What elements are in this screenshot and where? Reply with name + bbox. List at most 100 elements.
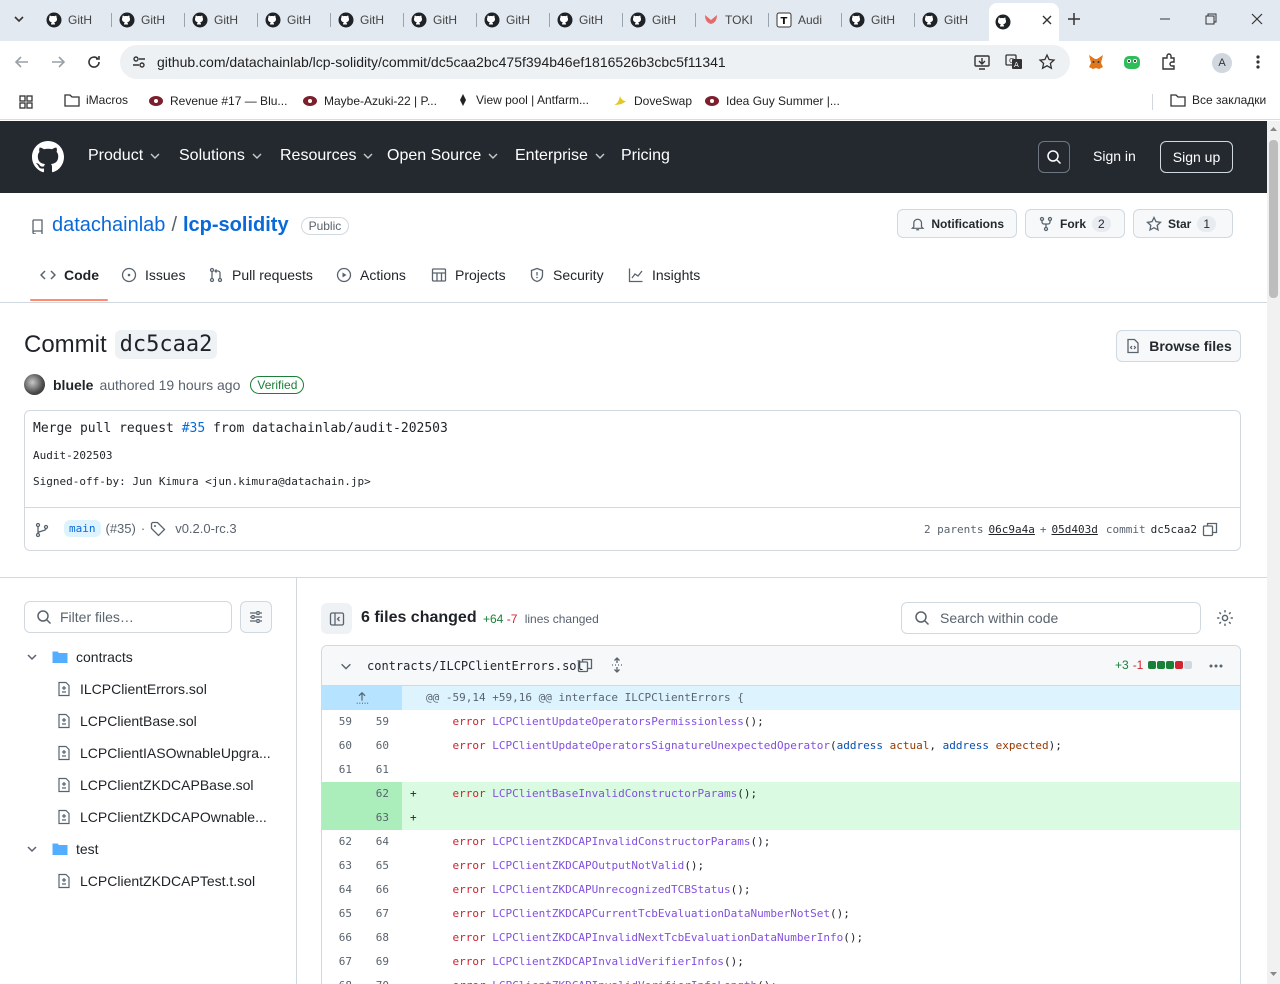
bookmark-revenue[interactable]: Revenue #17 — Blu... [148,93,287,109]
browser-tab[interactable]: GitH [332,8,404,32]
new-line-number[interactable]: 70 [359,974,389,984]
scroll-up-icon[interactable] [1269,125,1278,133]
new-line-number[interactable]: 66 [359,878,389,902]
tree-file[interactable]: LCPClientZKDCAPTest.t.sol [56,873,255,889]
browser-tab[interactable]: GitH [478,8,550,32]
filter-files-input[interactable]: Filter files… [24,601,232,633]
pr-link[interactable]: #35 [182,421,205,436]
nav-resources[interactable]: Resources [280,147,374,165]
diff-line[interactable]: 63 65 error LCPClientZKDCAPOutputNotValid… [322,854,1240,878]
diff-line[interactable]: 59 59 error LCPClientUpdateOperatorsPermi… [322,710,1240,734]
old-line-number[interactable]: 62 [322,830,352,854]
tab-code[interactable]: Code [40,267,99,283]
kebab-horizontal-icon[interactable] [1208,658,1224,674]
fork-button[interactable]: Fork 2 [1025,209,1125,238]
new-line-number[interactable]: 68 [359,926,389,950]
new-line-number[interactable]: 59 [359,710,389,734]
repo-name-link[interactable]: lcp-solidity [183,214,289,237]
browser-tab[interactable]: GitH [624,8,696,32]
site-settings-icon[interactable] [131,54,147,70]
tree-file[interactable]: LCPClientIASOwnableUpgra... [56,745,271,761]
diff-line[interactable]: 62 64 error LCPClientZKDCAPInvalidConstru… [322,830,1240,854]
new-line-number[interactable]: 62 [359,782,389,806]
maximize-button[interactable] [1204,12,1218,26]
tree-folder[interactable]: contracts [26,649,133,665]
close-tab-icon[interactable] [1041,14,1053,26]
nav-open-source[interactable]: Open Source [387,147,499,165]
parent-2-link[interactable]: 05d403d [1052,523,1098,536]
browser-tab[interactable]: GitH [259,8,331,32]
author-avatar[interactable] [24,374,45,395]
new-line-number[interactable]: 65 [359,854,389,878]
old-line-number[interactable]: 65 [322,902,352,926]
chevron-down-icon[interactable] [339,659,353,673]
author-link[interactable]: bluele [53,377,93,393]
expand-up-icon[interactable] [355,691,369,705]
repo-owner-link[interactable]: datachainlab [52,214,165,237]
apps-button[interactable] [18,94,34,110]
bookmark-antfarm[interactable]: View pool | Antfarm... [456,93,589,107]
diff-line-added[interactable]: 63 + [322,806,1240,830]
browser-tab[interactable]: GitH [405,8,477,32]
wallet-extension[interactable] [1123,53,1141,71]
diff-file-path[interactable]: contracts/ILCPClientErrors.sol [367,659,584,673]
toggle-file-tree-button[interactable] [321,603,352,634]
tab-pull-requests[interactable]: Pull requests [208,267,313,283]
tree-folder[interactable]: test [26,841,99,857]
all-bookmarks-folder[interactable]: Все закладки [1170,93,1266,107]
sign-up-button[interactable]: Sign up [1160,141,1233,173]
sign-in-link[interactable]: Sign in [1093,148,1136,164]
verified-badge[interactable]: Verified [250,375,305,394]
diff-line[interactable]: 64 66 error LCPClientZKDCAPUnrecognizedTC… [322,878,1240,902]
tab-issues[interactable]: Issues [121,267,185,283]
tab-projects[interactable]: Projects [431,267,506,283]
nav-enterprise[interactable]: Enterprise [515,147,606,165]
bookmark-imacros[interactable]: iMacros [64,93,128,107]
notifications-button[interactable]: Notifications [897,209,1017,238]
bookmark-doveswap[interactable]: DoveSwap [612,93,692,109]
copy-icon[interactable] [1202,521,1218,537]
minimize-button[interactable] [1158,12,1172,26]
nav-solutions[interactable]: Solutions [179,147,263,165]
gear-icon[interactable] [1216,609,1234,627]
browser-tab[interactable]: GitH [113,8,185,32]
old-line-number[interactable]: 67 [322,950,352,974]
scrollbar-thumb[interactable] [1269,140,1278,298]
old-line-number[interactable]: 66 [322,926,352,950]
new-line-number[interactable]: 63 [359,806,389,830]
nav-product[interactable]: Product [88,147,161,165]
tree-file[interactable]: LCPClientZKDCAPBase.sol [56,777,254,793]
diff-line[interactable]: 60 60 error LCPClientUpdateOperatorsSigna… [322,734,1240,758]
expand-all-icon[interactable] [609,657,625,673]
translate-icon[interactable]: GA [1005,53,1023,71]
browser-tab[interactable]: GitH [186,8,258,32]
omnibox[interactable]: github.com/datachainlab/lcp-solidity/com… [120,45,1070,79]
url-text[interactable]: github.com/datachainlab/lcp-solidity/com… [157,54,726,70]
tree-file[interactable]: LCPClientBase.sol [56,713,197,729]
browser-tab[interactable]: GitH [843,8,915,32]
extensions-button[interactable] [1160,53,1178,71]
new-line-number[interactable]: 69 [359,950,389,974]
tag-link[interactable]: v0.2.0-rc.3 [175,521,236,536]
tree-file[interactable]: ILCPClientErrors.sol [56,681,207,697]
install-app-icon[interactable] [973,53,991,71]
browser-tab[interactable]: TOKI [697,8,769,32]
star-button[interactable]: Star 1 [1133,209,1233,238]
new-line-number[interactable]: 61 [359,758,389,782]
search-within-code-input[interactable]: Search within code [901,602,1201,634]
tree-file[interactable]: LCPClientZKDCAPOwnable... [56,809,267,825]
browser-tab[interactable] [989,3,1059,41]
nav-pricing[interactable]: Pricing [621,147,670,165]
new-line-number[interactable]: 64 [359,830,389,854]
back-button[interactable] [14,54,30,70]
old-line-number[interactable]: 61 [322,758,352,782]
close-window-button[interactable] [1250,12,1264,26]
parent-1-link[interactable]: 06c9a4a [989,523,1035,536]
tab-search-button[interactable] [8,8,30,30]
old-line-number[interactable]: 64 [322,878,352,902]
old-line-number[interactable]: 68 [322,974,352,984]
diff-line[interactable]: 61 61 [322,758,1240,782]
bookmark-star-icon[interactable] [1038,53,1056,71]
browser-menu-button[interactable] [1250,53,1266,71]
github-logo-icon[interactable] [32,141,64,173]
